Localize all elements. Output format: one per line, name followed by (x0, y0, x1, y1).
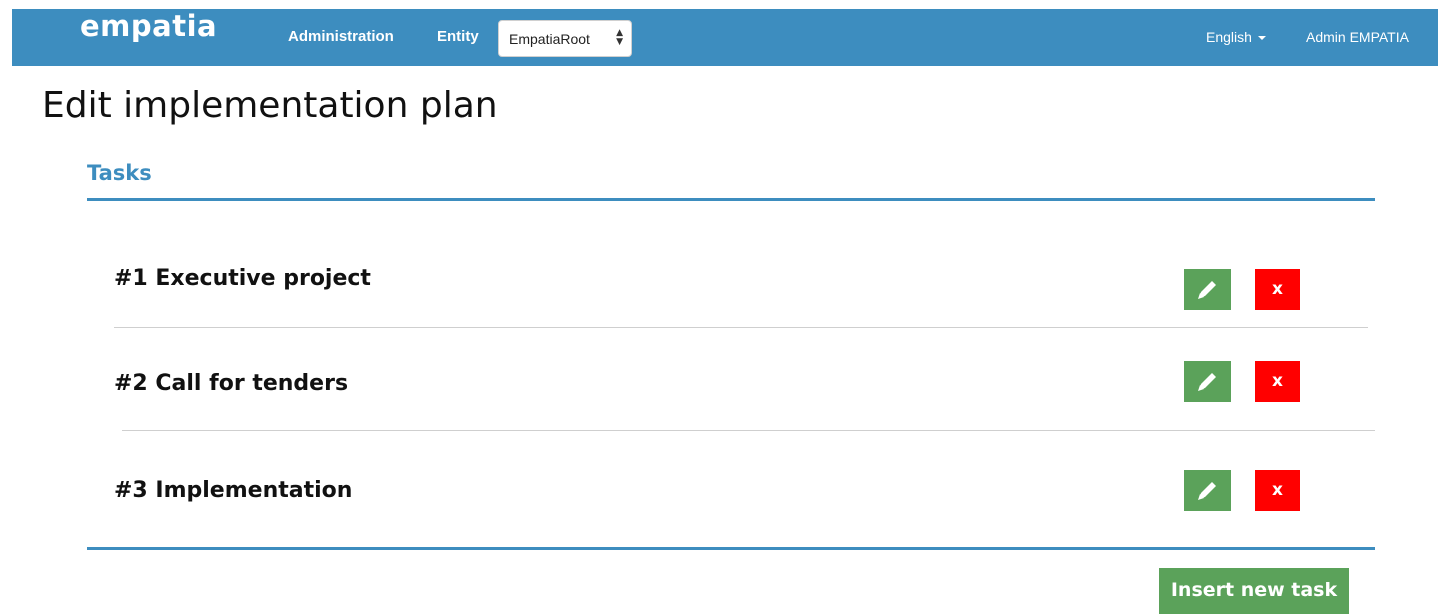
pencil-icon (1198, 482, 1216, 500)
user-menu[interactable]: Admin EMPATIA (1306, 29, 1409, 46)
edit-task-button[interactable] (1184, 269, 1231, 310)
task-title: #3 Implementation (114, 478, 353, 503)
section-top-divider (87, 198, 1375, 201)
delete-task-button[interactable]: x (1255, 361, 1300, 402)
top-navbar: empatia Administration Entity EmpatiaRoo… (12, 9, 1438, 66)
insert-new-task-button[interactable]: Insert new task (1159, 568, 1349, 614)
language-dropdown[interactable]: English (1206, 29, 1266, 46)
tasks-section-title: Tasks (87, 161, 152, 185)
brand-logo[interactable]: empatia (80, 9, 217, 43)
task-title: #2 Call for tenders (114, 371, 349, 396)
row-divider (114, 327, 1368, 328)
caret-down-icon (1257, 36, 1266, 41)
task-title: #1 Executive project (114, 266, 371, 291)
pencil-icon (1198, 373, 1216, 391)
pencil-icon (1198, 281, 1216, 299)
select-arrows-icon: ▲ ▼ (616, 28, 623, 47)
row-divider (122, 430, 1375, 431)
delete-task-button[interactable]: x (1255, 269, 1300, 310)
entity-select[interactable]: EmpatiaRoot ▲ ▼ (498, 20, 632, 57)
delete-task-button[interactable]: x (1255, 470, 1300, 511)
entity-select-value: EmpatiaRoot (509, 31, 590, 47)
nav-administration[interactable]: Administration (288, 28, 394, 46)
edit-task-button[interactable] (1184, 361, 1231, 402)
section-bottom-divider (87, 547, 1375, 550)
page-title: Edit implementation plan (42, 85, 498, 126)
edit-task-button[interactable] (1184, 470, 1231, 511)
language-label: English (1206, 29, 1252, 45)
nav-entity[interactable]: Entity (437, 28, 479, 46)
